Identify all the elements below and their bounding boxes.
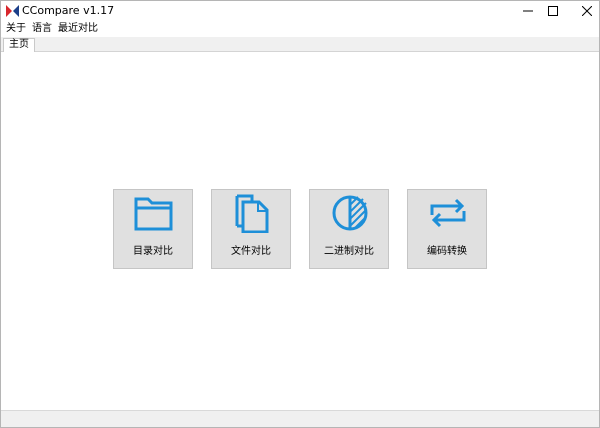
window-title: CCompare v1.17 xyxy=(22,4,115,17)
menu-bar: 关于 语言 最近对比 xyxy=(1,21,599,37)
tab-home[interactable]: 主页 xyxy=(3,38,35,52)
status-bar xyxy=(1,410,599,427)
binary-circle-icon xyxy=(332,195,368,231)
app-logo-icon xyxy=(6,5,19,17)
title-bar[interactable]: CCompare v1.17 xyxy=(1,1,599,21)
home-panel: 目录对比 文件对比 二进制对比 编码转换 xyxy=(1,52,599,410)
menu-about[interactable]: 关于 xyxy=(6,22,26,36)
folder-icon xyxy=(134,197,173,231)
app-window: CCompare v1.17 关于 语言 最近对比 主页 目录对比 文件对比 二… xyxy=(0,0,600,428)
menu-recent-compare[interactable]: 最近对比 xyxy=(58,22,98,36)
encoding-convert-button[interactable]: 编码转换 xyxy=(407,189,487,269)
tile-label-directory: 目录对比 xyxy=(133,246,173,257)
tile-label-encoding: 编码转换 xyxy=(427,246,467,257)
maximize-icon xyxy=(548,6,558,16)
tile-label-binary: 二进制对比 xyxy=(324,246,374,257)
binary-compare-button[interactable]: 二进制对比 xyxy=(309,189,389,269)
menu-language[interactable]: 语言 xyxy=(32,22,52,36)
close-icon xyxy=(582,6,592,16)
file-compare-button[interactable]: 文件对比 xyxy=(211,189,291,269)
tile-label-file: 文件对比 xyxy=(231,246,271,257)
close-button[interactable] xyxy=(564,1,599,21)
convert-arrows-icon xyxy=(430,198,466,228)
tab-strip: 主页 xyxy=(1,37,599,52)
files-icon xyxy=(235,194,269,233)
directory-compare-button[interactable]: 目录对比 xyxy=(113,189,193,269)
